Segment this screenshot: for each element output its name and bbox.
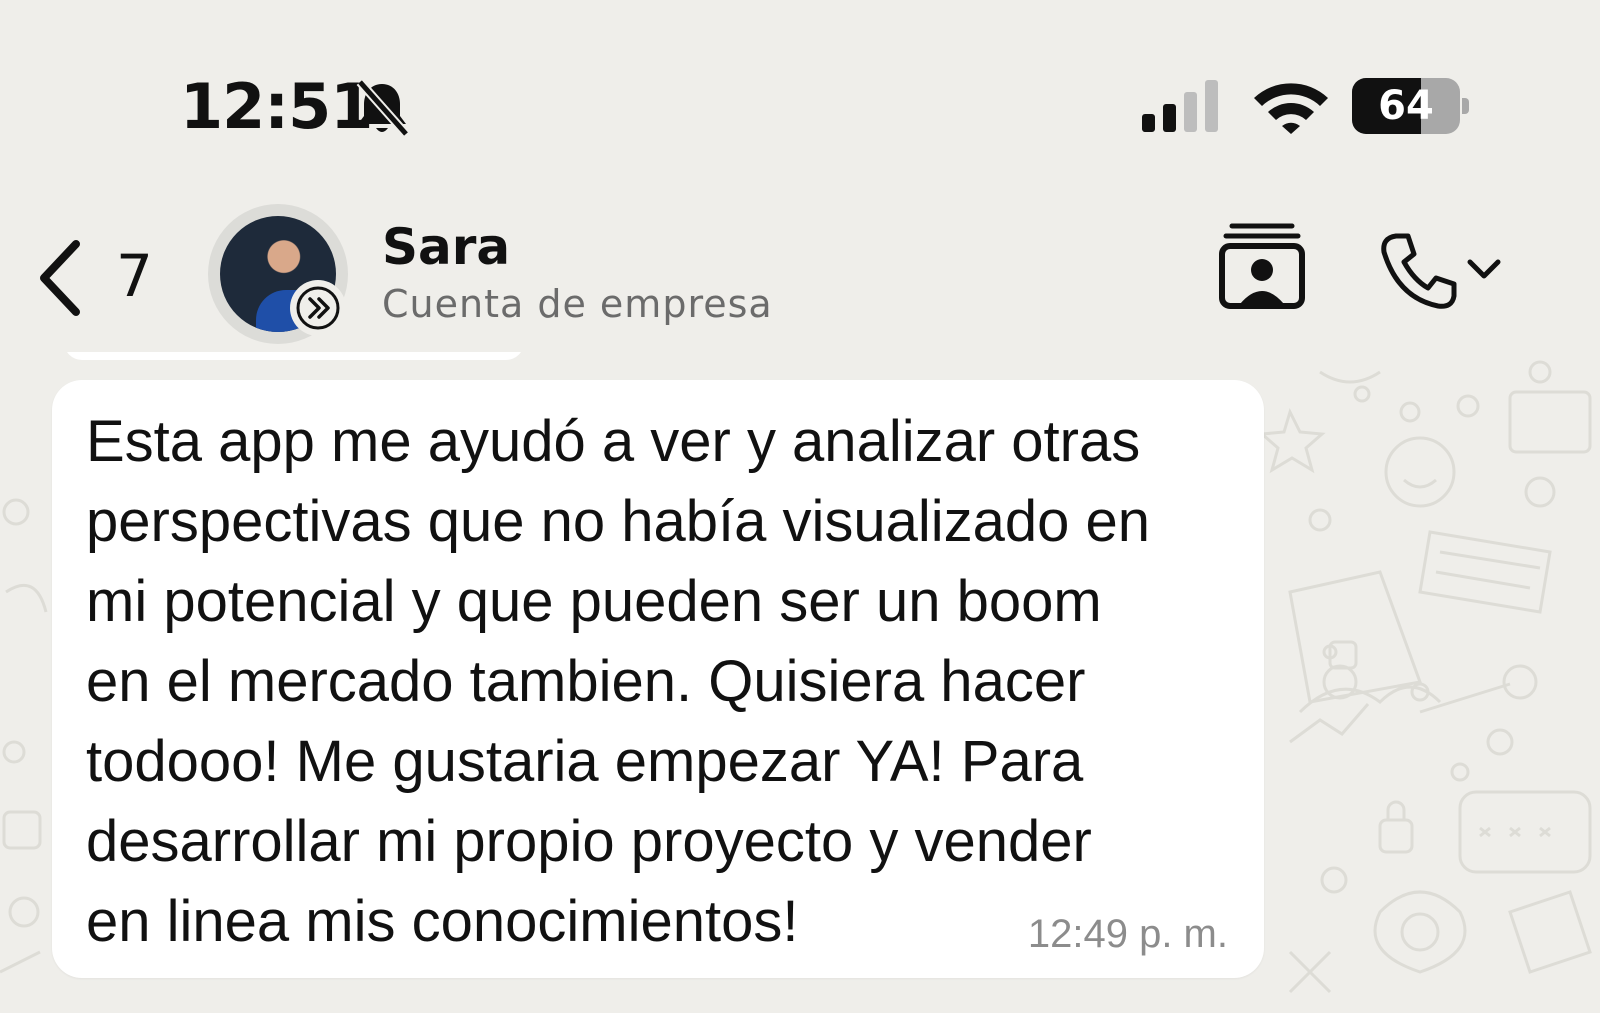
contact-name[interactable]: Sara xyxy=(382,218,510,276)
chevron-left-icon[interactable] xyxy=(36,238,86,318)
battery-level: 64 xyxy=(1378,83,1434,129)
status-time: 12:51 xyxy=(180,70,373,143)
chevron-down-icon[interactable] xyxy=(1464,254,1504,284)
back-unread-count[interactable]: 7 xyxy=(116,242,153,310)
phone-icon[interactable] xyxy=(1378,230,1458,310)
status-bar: 12:51 64 xyxy=(0,0,1600,170)
signal-icon xyxy=(1142,80,1218,132)
contact-card-icon[interactable] xyxy=(1218,220,1306,312)
bell-slash-icon xyxy=(356,79,410,137)
chat-area[interactable]: Esta app me ayudó a ver y analizar otras… xyxy=(0,352,1600,1013)
message-bubble[interactable]: Esta app me ayudó a ver y analizar otras… xyxy=(52,380,1264,978)
previous-message-bubble xyxy=(64,352,524,360)
forward-badge-icon xyxy=(290,280,346,336)
battery-icon: 64 xyxy=(1352,78,1470,134)
chat-header: 7 Sara Cuenta de empresa xyxy=(0,170,1600,355)
message-text: Esta app me ayudó a ver y analizar otras… xyxy=(86,409,1151,954)
wifi-icon xyxy=(1254,83,1328,134)
battery-tip xyxy=(1462,98,1469,114)
battery-body: 64 xyxy=(1352,78,1460,134)
message-timestamp: 12:49 p. m. xyxy=(1027,912,1228,956)
contact-subtitle[interactable]: Cuenta de empresa xyxy=(382,282,773,326)
